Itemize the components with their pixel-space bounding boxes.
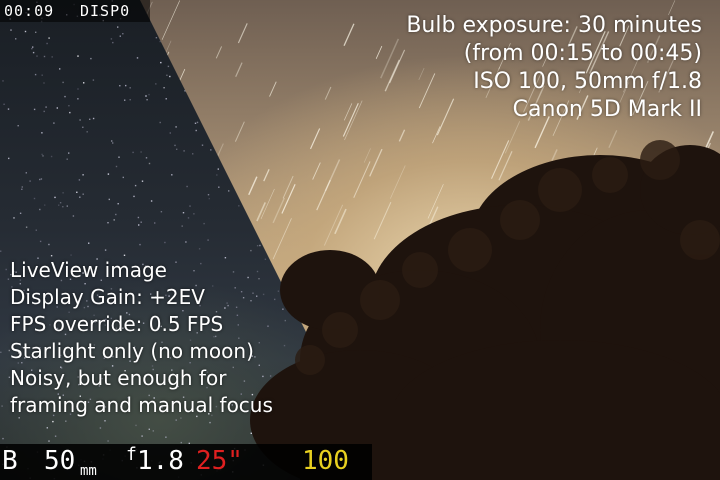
display-mode: DISP0	[80, 2, 131, 20]
aperture-value: 1.8	[137, 446, 184, 476]
exposure-info-caption: Bulb exposure: 30 minutes (from 00:15 to…	[406, 12, 702, 124]
liveview-line: Starlight only (no moon)	[10, 339, 254, 363]
liveview-line: Noisy, but enough for	[10, 366, 227, 390]
exposure-line: Canon 5D Mark II	[512, 97, 702, 122]
focal-length-unit: mm	[80, 463, 97, 479]
exposure-line: Bulb exposure: 30 minutes	[406, 13, 702, 38]
liveview-line: Display Gain: +2EV	[10, 285, 205, 309]
elapsed-time: 00:09	[4, 2, 55, 20]
iso-value: 100	[302, 446, 349, 476]
liveview-line: framing and manual focus	[10, 393, 273, 417]
shooting-mode: B	[2, 446, 18, 476]
aperture-symbol: f	[126, 444, 137, 465]
shutter-speed: 25"	[196, 446, 243, 476]
liveview-line: LiveView image	[10, 258, 167, 282]
focal-length: 50	[44, 446, 76, 476]
exposure-line: (from 00:15 to 00:45)	[463, 41, 702, 66]
liveview-line: FPS override: 0.5 FPS	[10, 312, 224, 336]
liveview-caption: LiveView image Display Gain: +2EV FPS ov…	[10, 257, 273, 419]
camera-screen: 00:09 DISP0 Bulb exposure: 30 minutes (f…	[0, 0, 720, 480]
exposure-line: ISO 100, 50mm f/1.8	[473, 69, 702, 94]
